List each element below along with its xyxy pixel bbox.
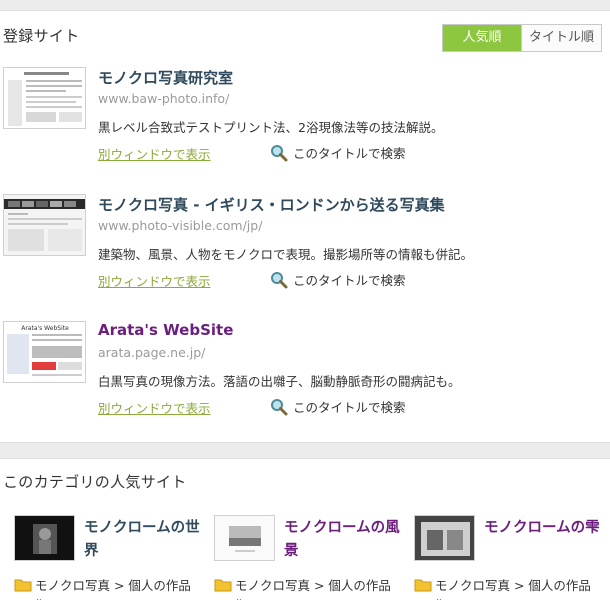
popular-site-item: モノクロームの風景 モノクロ写真 > 個人の作品 集 [214, 515, 404, 600]
popular-site-category[interactable]: モノクロ写真 > 個人の作品 [14, 575, 191, 594]
sort-toggle: 人気順 タイトル順 [442, 24, 602, 52]
popular-site-item: モノクロームの雫 モノクロ写真 > 個人の作品 集 [414, 515, 604, 600]
site-entry: モノクロ写真 - イギリス・ロンドンから送る写真集 www.photo-visi… [0, 194, 610, 304]
section-title-registered: 登録サイト [3, 27, 80, 45]
popular-sites-panel: このカテゴリの人気サイト モノクロームの世界 モノクロ写真 > 個人の作品 集 [0, 458, 610, 600]
search-by-title-label: このタイトルで検索 [293, 273, 406, 288]
magnifier-icon [271, 398, 288, 415]
popular-site-thumbnail[interactable] [214, 515, 275, 561]
folder-icon [14, 579, 32, 591]
site-description: 白黒写真の現像方法。落語の出囃子、脳動静脈奇形の闘病記も。 [98, 374, 461, 389]
thumb-logo-text: Arata's WebSite [21, 325, 69, 332]
search-by-title-link[interactable]: このタイトルで検索 [270, 270, 406, 289]
popular-site-thumbnail[interactable] [14, 515, 75, 561]
site-title-link[interactable]: モノクロ写真研究室 [98, 67, 233, 88]
sort-popular-button[interactable]: 人気順 [443, 25, 521, 51]
sort-title-button[interactable]: タイトル順 [521, 25, 601, 51]
magnifier-icon [271, 271, 288, 288]
popular-site-category-label: モノクロ写真 > 個人の作品 [35, 578, 191, 593]
registered-sites-panel: 登録サイト 人気順 タイトル順 モノクロ写真研究室 www.baw-photo.… [0, 10, 610, 443]
popular-site-thumbnail[interactable] [414, 515, 475, 561]
popular-site-category-label: モノクロ写真 > 個人の作品 [235, 578, 391, 593]
site-description: 建築物、風景、人物をモノクロで表現。撮影場所等の情報も併記。 [98, 247, 474, 262]
site-thumbnail[interactable] [3, 194, 86, 256]
folder-icon [414, 579, 432, 591]
open-new-window-link[interactable]: 別ウィンドウで表示 [98, 271, 211, 290]
popular-site-title-link[interactable]: モノクロームの世界 [84, 517, 202, 563]
folder-icon [214, 579, 232, 591]
open-new-window-link[interactable]: 別ウィンドウで表示 [98, 398, 211, 417]
search-by-title-label: このタイトルで検索 [293, 146, 406, 161]
site-url: www.photo-visible.com/jp/ [98, 218, 263, 233]
site-url: arata.page.ne.jp/ [98, 345, 206, 360]
site-url: www.baw-photo.info/ [98, 91, 230, 106]
site-thumbnail[interactable] [3, 67, 86, 129]
search-by-title-link[interactable]: このタイトルで検索 [270, 397, 406, 416]
magnifier-icon [271, 144, 288, 161]
site-thumbnail[interactable]: Arata's WebSite [3, 321, 86, 383]
popular-site-category-continued: 集 [434, 595, 447, 600]
search-by-title-label: このタイトルで検索 [293, 400, 406, 415]
section-title-popular: このカテゴリの人気サイト [3, 473, 187, 491]
site-entry: モノクロ写真研究室 www.baw-photo.info/ 黒レベル合致式テスト… [0, 67, 610, 177]
site-entry: Arata's WebSite Arata's WebSite arata.pa… [0, 321, 610, 431]
popular-site-category[interactable]: モノクロ写真 > 個人の作品 [214, 575, 391, 594]
popular-site-category[interactable]: モノクロ写真 > 個人の作品 [414, 575, 591, 594]
search-by-title-link[interactable]: このタイトルで検索 [270, 143, 406, 162]
site-title-link[interactable]: モノクロ写真 - イギリス・ロンドンから送る写真集 [98, 194, 445, 215]
popular-site-category-continued: 集 [34, 595, 47, 600]
popular-site-category-label: モノクロ写真 > 個人の作品 [435, 578, 591, 593]
open-new-window-link[interactable]: 別ウィンドウで表示 [98, 144, 211, 163]
popular-site-category-continued: 集 [234, 595, 247, 600]
site-description: 黒レベル合致式テストプリント法、2浴現像法等の技法解説。 [98, 120, 444, 135]
site-title-link[interactable]: Arata's WebSite [98, 321, 233, 339]
popular-site-item: モノクロームの世界 モノクロ写真 > 個人の作品 集 [14, 515, 204, 600]
popular-site-title-link[interactable]: モノクロームの雫 [484, 517, 602, 540]
popular-site-title-link[interactable]: モノクロームの風景 [284, 517, 402, 563]
